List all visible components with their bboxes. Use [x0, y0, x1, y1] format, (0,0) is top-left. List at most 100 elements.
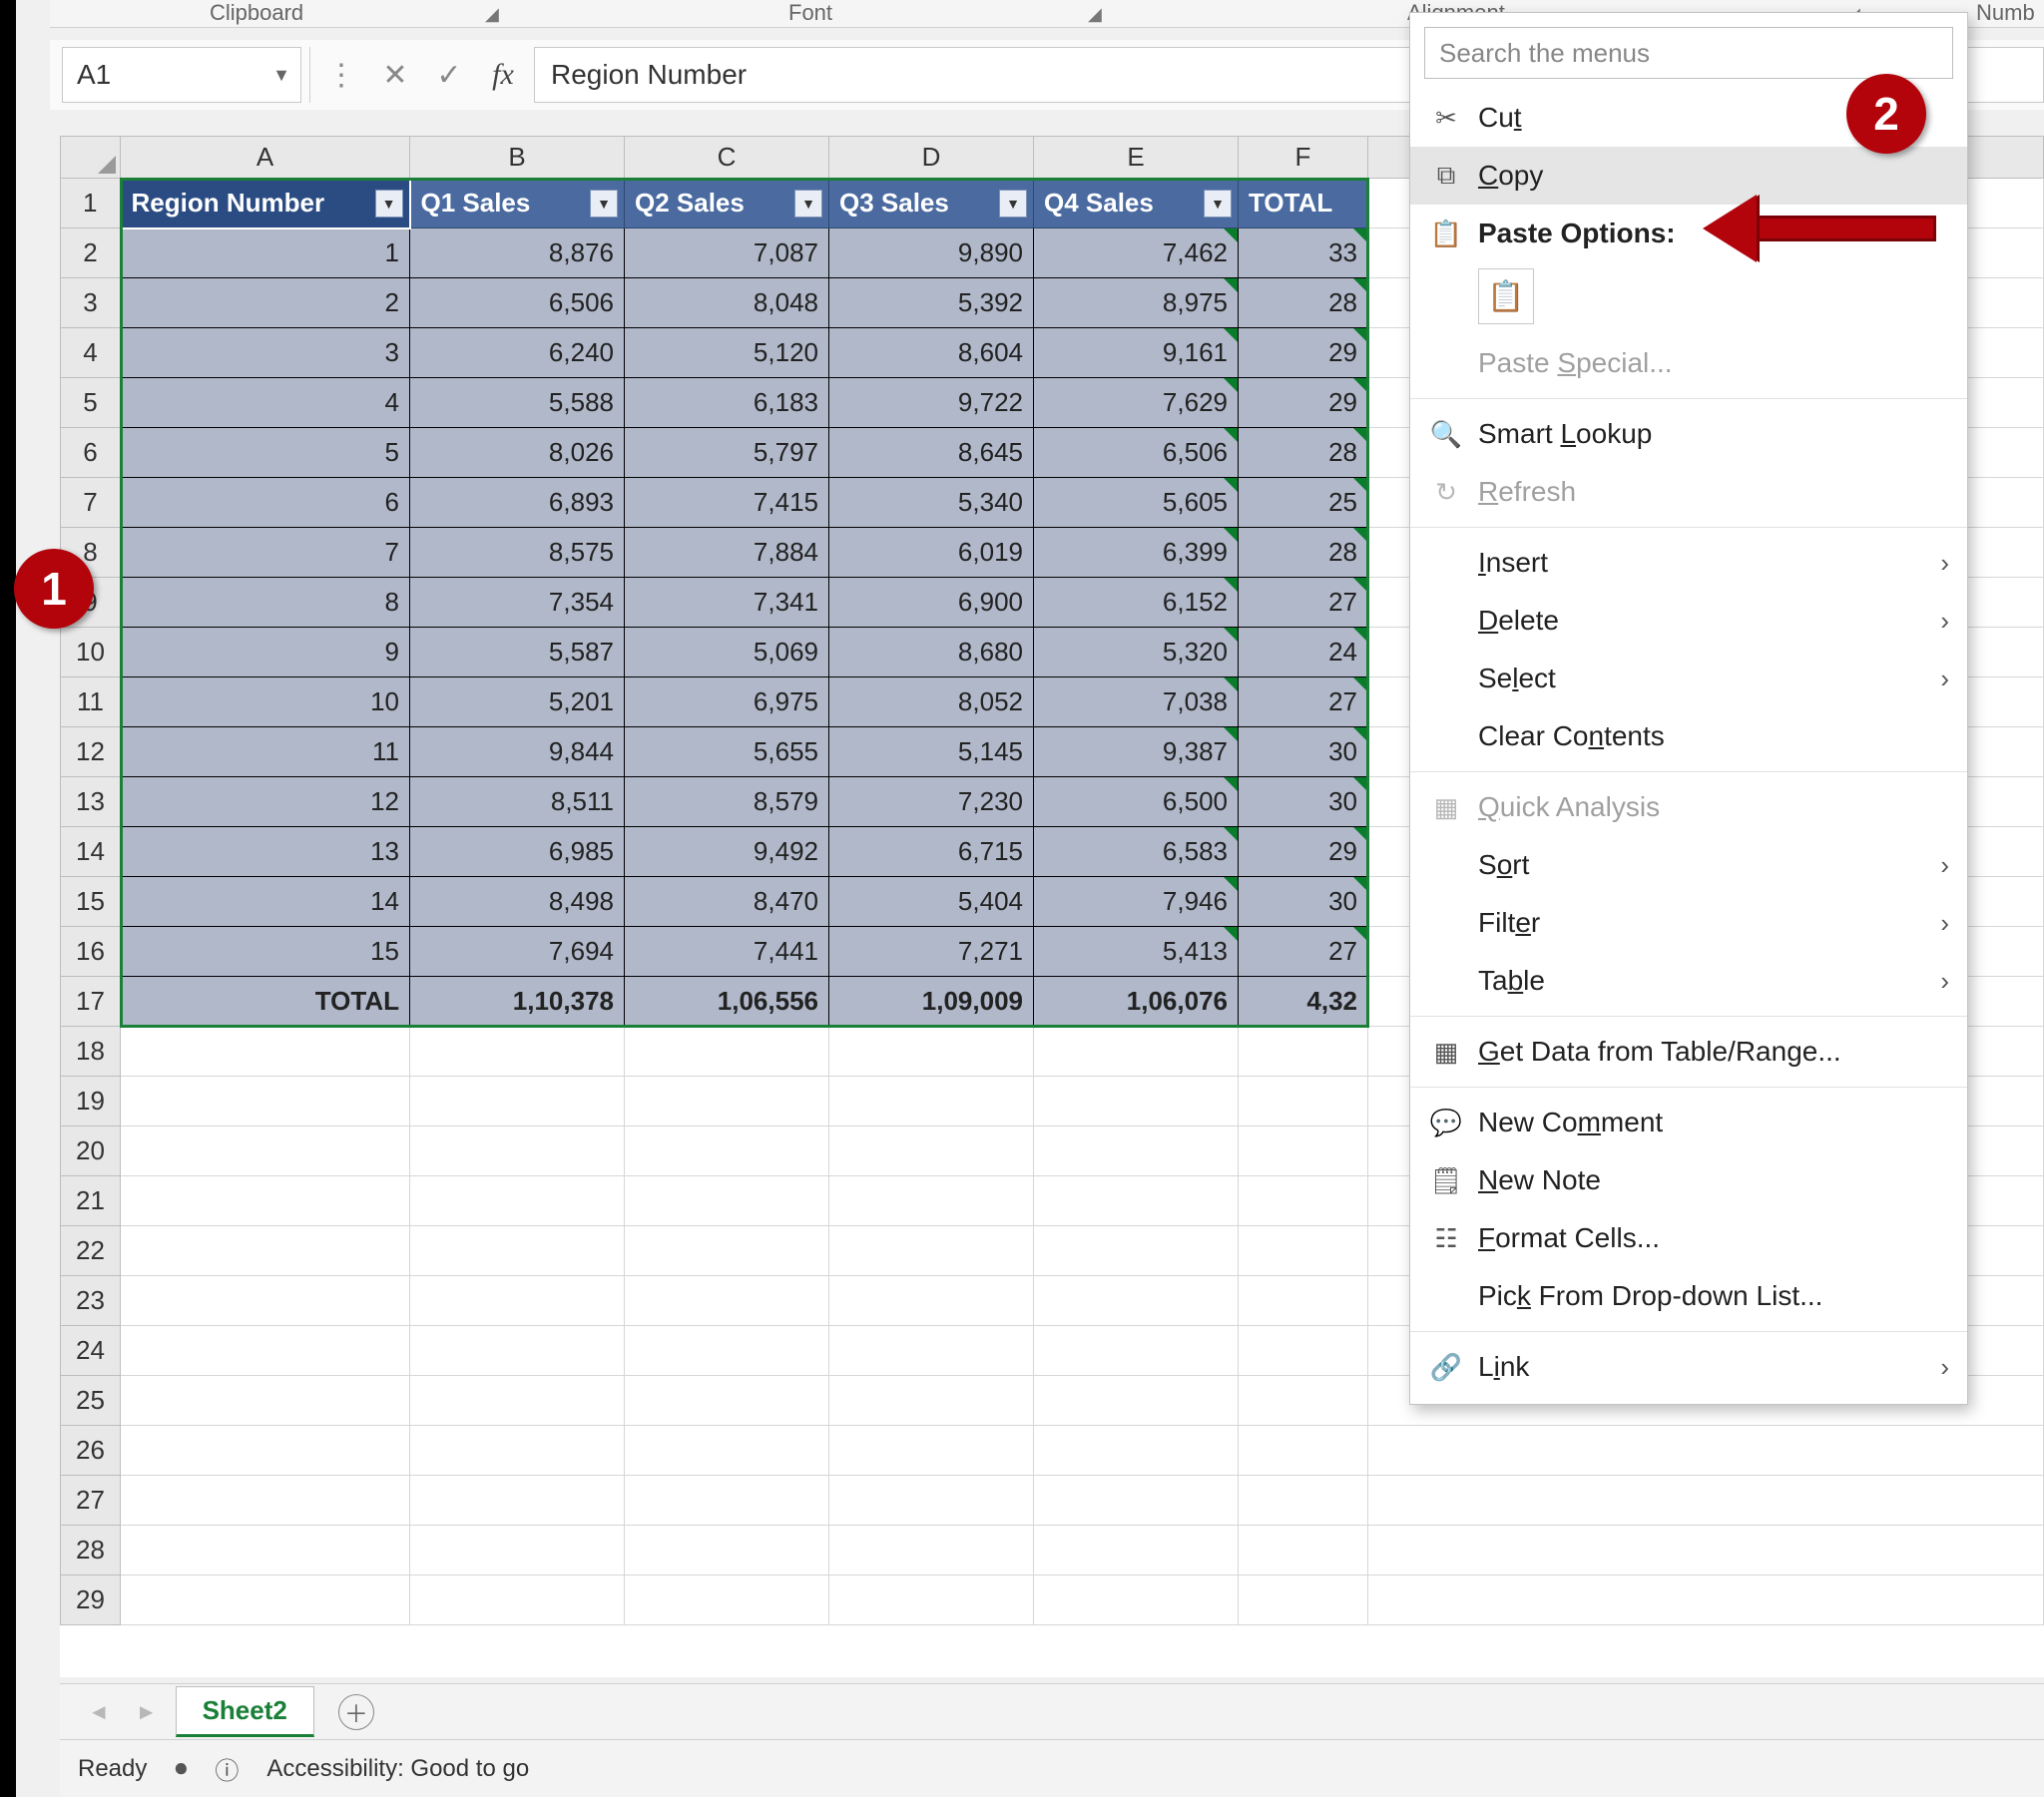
- empty-cell[interactable]: [121, 1176, 410, 1226]
- empty-cell[interactable]: [1034, 1027, 1239, 1077]
- table-cell[interactable]: 8,052: [829, 677, 1034, 727]
- table-cell[interactable]: 5,392: [829, 278, 1034, 328]
- empty-cell[interactable]: [1239, 1027, 1368, 1077]
- table-total-label[interactable]: TOTAL: [121, 977, 410, 1027]
- dialog-launcher-icon[interactable]: ◢: [1088, 4, 1102, 25]
- empty-cell[interactable]: [829, 1126, 1034, 1176]
- empty-cell[interactable]: [121, 1526, 410, 1575]
- table-cell[interactable]: 6,183: [625, 378, 829, 428]
- formula-vdots-icon[interactable]: ⋮: [318, 47, 364, 103]
- table-cell[interactable]: 25: [1239, 478, 1368, 528]
- empty-cell[interactable]: [1368, 1575, 2044, 1625]
- empty-cell[interactable]: [1239, 1376, 1368, 1426]
- empty-cell[interactable]: [625, 1126, 829, 1176]
- row-header[interactable]: 13: [61, 777, 121, 827]
- paste-option-button[interactable]: 📋: [1478, 268, 1534, 324]
- empty-cell[interactable]: [410, 1426, 625, 1476]
- name-box[interactable]: A1 ▼: [62, 47, 301, 103]
- table-header-cell[interactable]: Region Number▼: [121, 179, 410, 228]
- table-cell[interactable]: 5,413: [1034, 927, 1239, 977]
- table-header-cell[interactable]: Q4 Sales▼: [1034, 179, 1239, 228]
- cancel-icon[interactable]: ✕: [372, 47, 418, 103]
- empty-cell[interactable]: [625, 1077, 829, 1126]
- row-header[interactable]: 25: [61, 1376, 121, 1426]
- table-cell[interactable]: 30: [1239, 777, 1368, 827]
- menu-delete[interactable]: Delete ›: [1410, 592, 1967, 650]
- empty-cell[interactable]: [1034, 1126, 1239, 1176]
- table-cell[interactable]: 6,506: [1034, 428, 1239, 478]
- table-cell[interactable]: 7,087: [625, 228, 829, 278]
- table-cell[interactable]: 9,387: [1034, 727, 1239, 777]
- empty-cell[interactable]: [829, 1575, 1034, 1625]
- empty-cell[interactable]: [121, 1126, 410, 1176]
- table-cell[interactable]: 29: [1239, 378, 1368, 428]
- empty-cell[interactable]: [829, 1526, 1034, 1575]
- table-cell[interactable]: 6,240: [410, 328, 625, 378]
- row-header[interactable]: 15: [61, 877, 121, 927]
- filter-dropdown-icon[interactable]: ▼: [590, 190, 618, 218]
- table-cell[interactable]: 11: [121, 727, 410, 777]
- menu-new-note[interactable]: 🗒 New Note: [1410, 1151, 1967, 1209]
- empty-cell[interactable]: [1034, 1476, 1239, 1526]
- table-cell[interactable]: 5,120: [625, 328, 829, 378]
- filter-dropdown-icon[interactable]: ▼: [794, 190, 822, 218]
- empty-cell[interactable]: [410, 1027, 625, 1077]
- table-cell[interactable]: 13: [121, 827, 410, 877]
- empty-cell[interactable]: [625, 1276, 829, 1326]
- menu-new-comment[interactable]: 💬 New Comment: [1410, 1094, 1967, 1151]
- empty-cell[interactable]: [121, 1326, 410, 1376]
- filter-dropdown-icon[interactable]: ▼: [375, 190, 403, 218]
- empty-cell[interactable]: [829, 1077, 1034, 1126]
- empty-cell[interactable]: [1239, 1226, 1368, 1276]
- col-header[interactable]: A: [121, 137, 410, 179]
- menu-smart-lookup[interactable]: 🔍 Smart Lookup: [1410, 405, 1967, 463]
- tab-nav-prev-icon[interactable]: ◄: [80, 1699, 118, 1725]
- table-total-cell[interactable]: 1,06,076: [1034, 977, 1239, 1027]
- table-cell[interactable]: 8,048: [625, 278, 829, 328]
- empty-cell[interactable]: [121, 1426, 410, 1476]
- add-sheet-button[interactable]: ＋: [338, 1694, 374, 1730]
- table-cell[interactable]: 1: [121, 228, 410, 278]
- empty-cell[interactable]: [1368, 1476, 2044, 1526]
- table-cell[interactable]: 8,604: [829, 328, 1034, 378]
- table-cell[interactable]: 12: [121, 777, 410, 827]
- table-cell[interactable]: 8,975: [1034, 278, 1239, 328]
- row-header[interactable]: 5: [61, 378, 121, 428]
- row-header[interactable]: 10: [61, 628, 121, 677]
- tab-nav-next-icon[interactable]: ►: [128, 1699, 166, 1725]
- empty-cell[interactable]: [829, 1376, 1034, 1426]
- table-cell[interactable]: 5,587: [410, 628, 625, 677]
- table-cell[interactable]: 6,900: [829, 578, 1034, 628]
- empty-cell[interactable]: [1239, 1326, 1368, 1376]
- table-cell[interactable]: 2: [121, 278, 410, 328]
- empty-cell[interactable]: [410, 1575, 625, 1625]
- table-cell[interactable]: 6,583: [1034, 827, 1239, 877]
- empty-cell[interactable]: [829, 1326, 1034, 1376]
- table-cell[interactable]: 7,946: [1034, 877, 1239, 927]
- empty-cell[interactable]: [121, 1575, 410, 1625]
- table-cell[interactable]: 7,694: [410, 927, 625, 977]
- table-cell[interactable]: 5,605: [1034, 478, 1239, 528]
- table-cell[interactable]: 7,230: [829, 777, 1034, 827]
- fx-icon[interactable]: fx: [480, 47, 526, 103]
- table-cell[interactable]: 5,201: [410, 677, 625, 727]
- empty-cell[interactable]: [625, 1526, 829, 1575]
- empty-cell[interactable]: [1368, 1426, 2044, 1476]
- empty-cell[interactable]: [829, 1226, 1034, 1276]
- empty-cell[interactable]: [410, 1176, 625, 1226]
- row-header[interactable]: 3: [61, 278, 121, 328]
- menu-get-data[interactable]: ▦ Get Data from Table/Range...: [1410, 1023, 1967, 1081]
- empty-cell[interactable]: [410, 1276, 625, 1326]
- empty-cell[interactable]: [1239, 1575, 1368, 1625]
- empty-cell[interactable]: [625, 1226, 829, 1276]
- row-header[interactable]: 20: [61, 1126, 121, 1176]
- table-cell[interactable]: 5,655: [625, 727, 829, 777]
- table-total-cell[interactable]: 1,06,556: [625, 977, 829, 1027]
- empty-cell[interactable]: [625, 1575, 829, 1625]
- table-cell[interactable]: 28: [1239, 528, 1368, 578]
- table-cell[interactable]: 9,161: [1034, 328, 1239, 378]
- table-cell[interactable]: 8,026: [410, 428, 625, 478]
- empty-cell[interactable]: [625, 1476, 829, 1526]
- empty-cell[interactable]: [410, 1077, 625, 1126]
- table-cell[interactable]: 10: [121, 677, 410, 727]
